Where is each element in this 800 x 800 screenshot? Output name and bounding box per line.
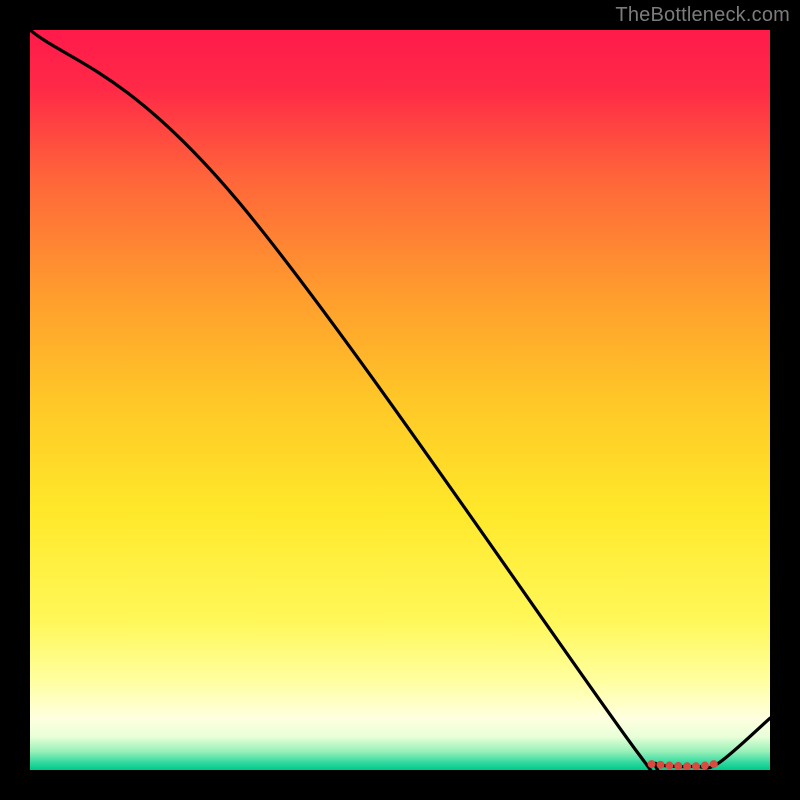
- chart-svg: [30, 30, 770, 770]
- marker-dot: [710, 760, 718, 768]
- marker-dot: [692, 762, 700, 770]
- marker-dot: [674, 762, 682, 770]
- marker-dot: [683, 762, 691, 770]
- marker-dot: [665, 762, 673, 770]
- gradient-background: [30, 30, 770, 770]
- marker-dot: [648, 760, 656, 768]
- attribution-text: TheBottleneck.com: [615, 4, 790, 27]
- marker-dot: [656, 761, 664, 769]
- plot-area: [30, 30, 770, 770]
- chart-container: TheBottleneck.com: [0, 0, 800, 800]
- marker-dot: [701, 762, 709, 770]
